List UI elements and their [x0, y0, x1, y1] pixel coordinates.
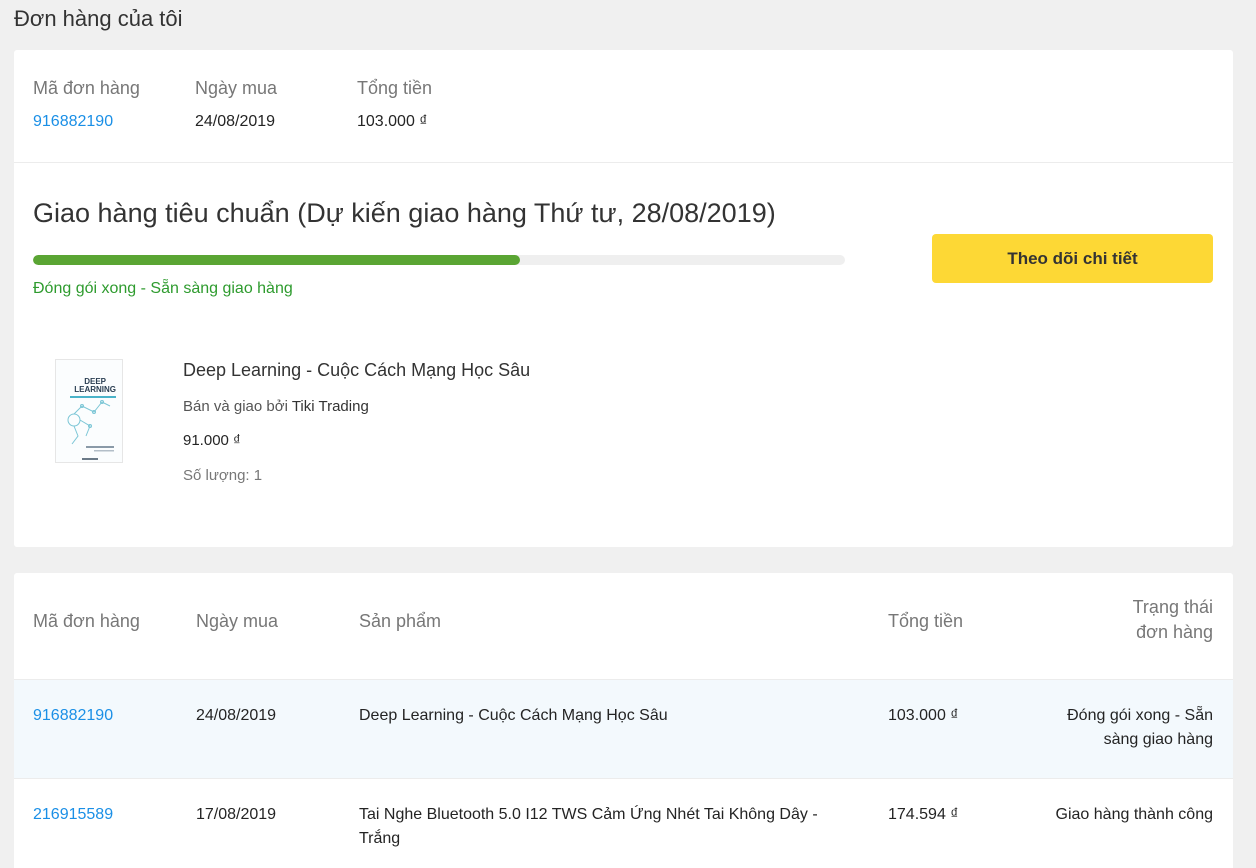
row-product: Tai Nghe Bluetooth 5.0 I12 TWS Cảm Ứng N… — [359, 803, 818, 851]
product-name[interactable]: Deep Learning - Cuộc Cách Mạng Học Sâu — [183, 360, 530, 381]
order-total-column: Tổng tiền 103.000 ₫ — [357, 78, 432, 131]
header-status-line-2: đơn hàng — [1136, 622, 1213, 642]
header-product: Sản phẩm — [359, 611, 442, 631]
order-id-link[interactable]: 916882190 — [33, 113, 140, 131]
table-row[interactable]: 216915589 17/08/2019 Tai Nghe Bluetooth … — [14, 779, 1233, 868]
row-status: Giao hàng thành công — [1056, 803, 1213, 827]
row-order-id-link[interactable]: 916882190 — [33, 704, 113, 728]
page-title: Đơn hàng của tôi — [14, 6, 183, 31]
row-order-id-link[interactable]: 216915589 — [33, 803, 113, 827]
order-id-label: Mã đơn hàng — [33, 78, 140, 98]
row-product-line-2: Trắng — [359, 830, 401, 847]
row-date: 17/08/2019 — [196, 806, 277, 823]
order-date-label: Ngày mua — [195, 78, 278, 98]
row-total: 174.594 ₫ — [888, 806, 959, 823]
seller-line: Bán và giao bởi Tiki Trading — [183, 398, 369, 415]
delivery-status-text: Đóng gói xong - Sẵn sàng giao hàng — [33, 280, 293, 297]
row-total: 103.000 ₫ — [888, 707, 959, 724]
header-status-line-1: Trạng thái — [1132, 597, 1213, 617]
order-date-value: 24/08/2019 — [195, 113, 276, 130]
delivery-progress-fill — [33, 255, 521, 265]
row-product-line-1: Tai Nghe Bluetooth 5.0 I12 TWS Cảm Ứng N… — [359, 806, 818, 823]
row-status: Đóng gói xong - Sẵn sàng giao hàng — [1067, 704, 1213, 752]
shipping-title: Giao hàng tiêu chuẩn (Dự kiến giao hàng … — [33, 198, 776, 228]
order-card: Mã đơn hàng 916882190 Ngày mua 24/08/201… — [14, 50, 1233, 547]
track-details-button[interactable]: Theo dõi chi tiết — [932, 234, 1213, 283]
orders-table: Mã đơn hàng Ngày mua Sản phẩm Tổng tiền … — [14, 573, 1233, 868]
row-product-line-1: Deep Learning - Cuộc Cách Mạng Học Sâu — [359, 707, 668, 724]
row-status-line-1: Giao hàng thành công — [1055, 806, 1213, 823]
order-id-column: Mã đơn hàng 916882190 — [33, 78, 140, 131]
order-summary: Mã đơn hàng 916882190 Ngày mua 24/08/201… — [14, 50, 1233, 163]
order-date-column: Ngày mua 24/08/2019 — [195, 78, 277, 131]
row-product: Deep Learning - Cuộc Cách Mạng Học Sâu — [359, 704, 668, 728]
header-order-id: Mã đơn hàng — [33, 611, 140, 631]
seller-prefix: Bán và giao bởi — [183, 398, 288, 415]
header-date: Ngày mua — [196, 611, 279, 631]
cover-title-line-2: LEARNING — [74, 385, 116, 394]
seller-name: Tiki Trading — [291, 398, 369, 415]
table-row[interactable]: 916882190 24/08/2019 Deep Learning - Cuộ… — [14, 680, 1233, 779]
product-quantity: Số lượng: 1 — [183, 467, 263, 484]
order-total-label: Tổng tiền — [357, 78, 433, 98]
header-status: Trạng thái đơn hàng — [1133, 597, 1213, 643]
orders-table-header: Mã đơn hàng Ngày mua Sản phẩm Tổng tiền … — [14, 573, 1233, 680]
row-status-line-1: Đóng gói xong - Sẵn — [1067, 707, 1213, 724]
product-price: 91.000 ₫ — [183, 432, 241, 449]
order-total-value: 103.000 ₫ — [357, 113, 428, 130]
row-status-line-2: sàng giao hàng — [1103, 731, 1213, 748]
product-thumbnail[interactable]: DEEP LEARNING — [55, 359, 123, 463]
book-cover-image: DEEP LEARNING — [56, 360, 122, 462]
header-total: Tổng tiền — [888, 611, 964, 631]
row-date: 24/08/2019 — [196, 707, 277, 724]
delivery-progress-bar — [33, 255, 845, 265]
